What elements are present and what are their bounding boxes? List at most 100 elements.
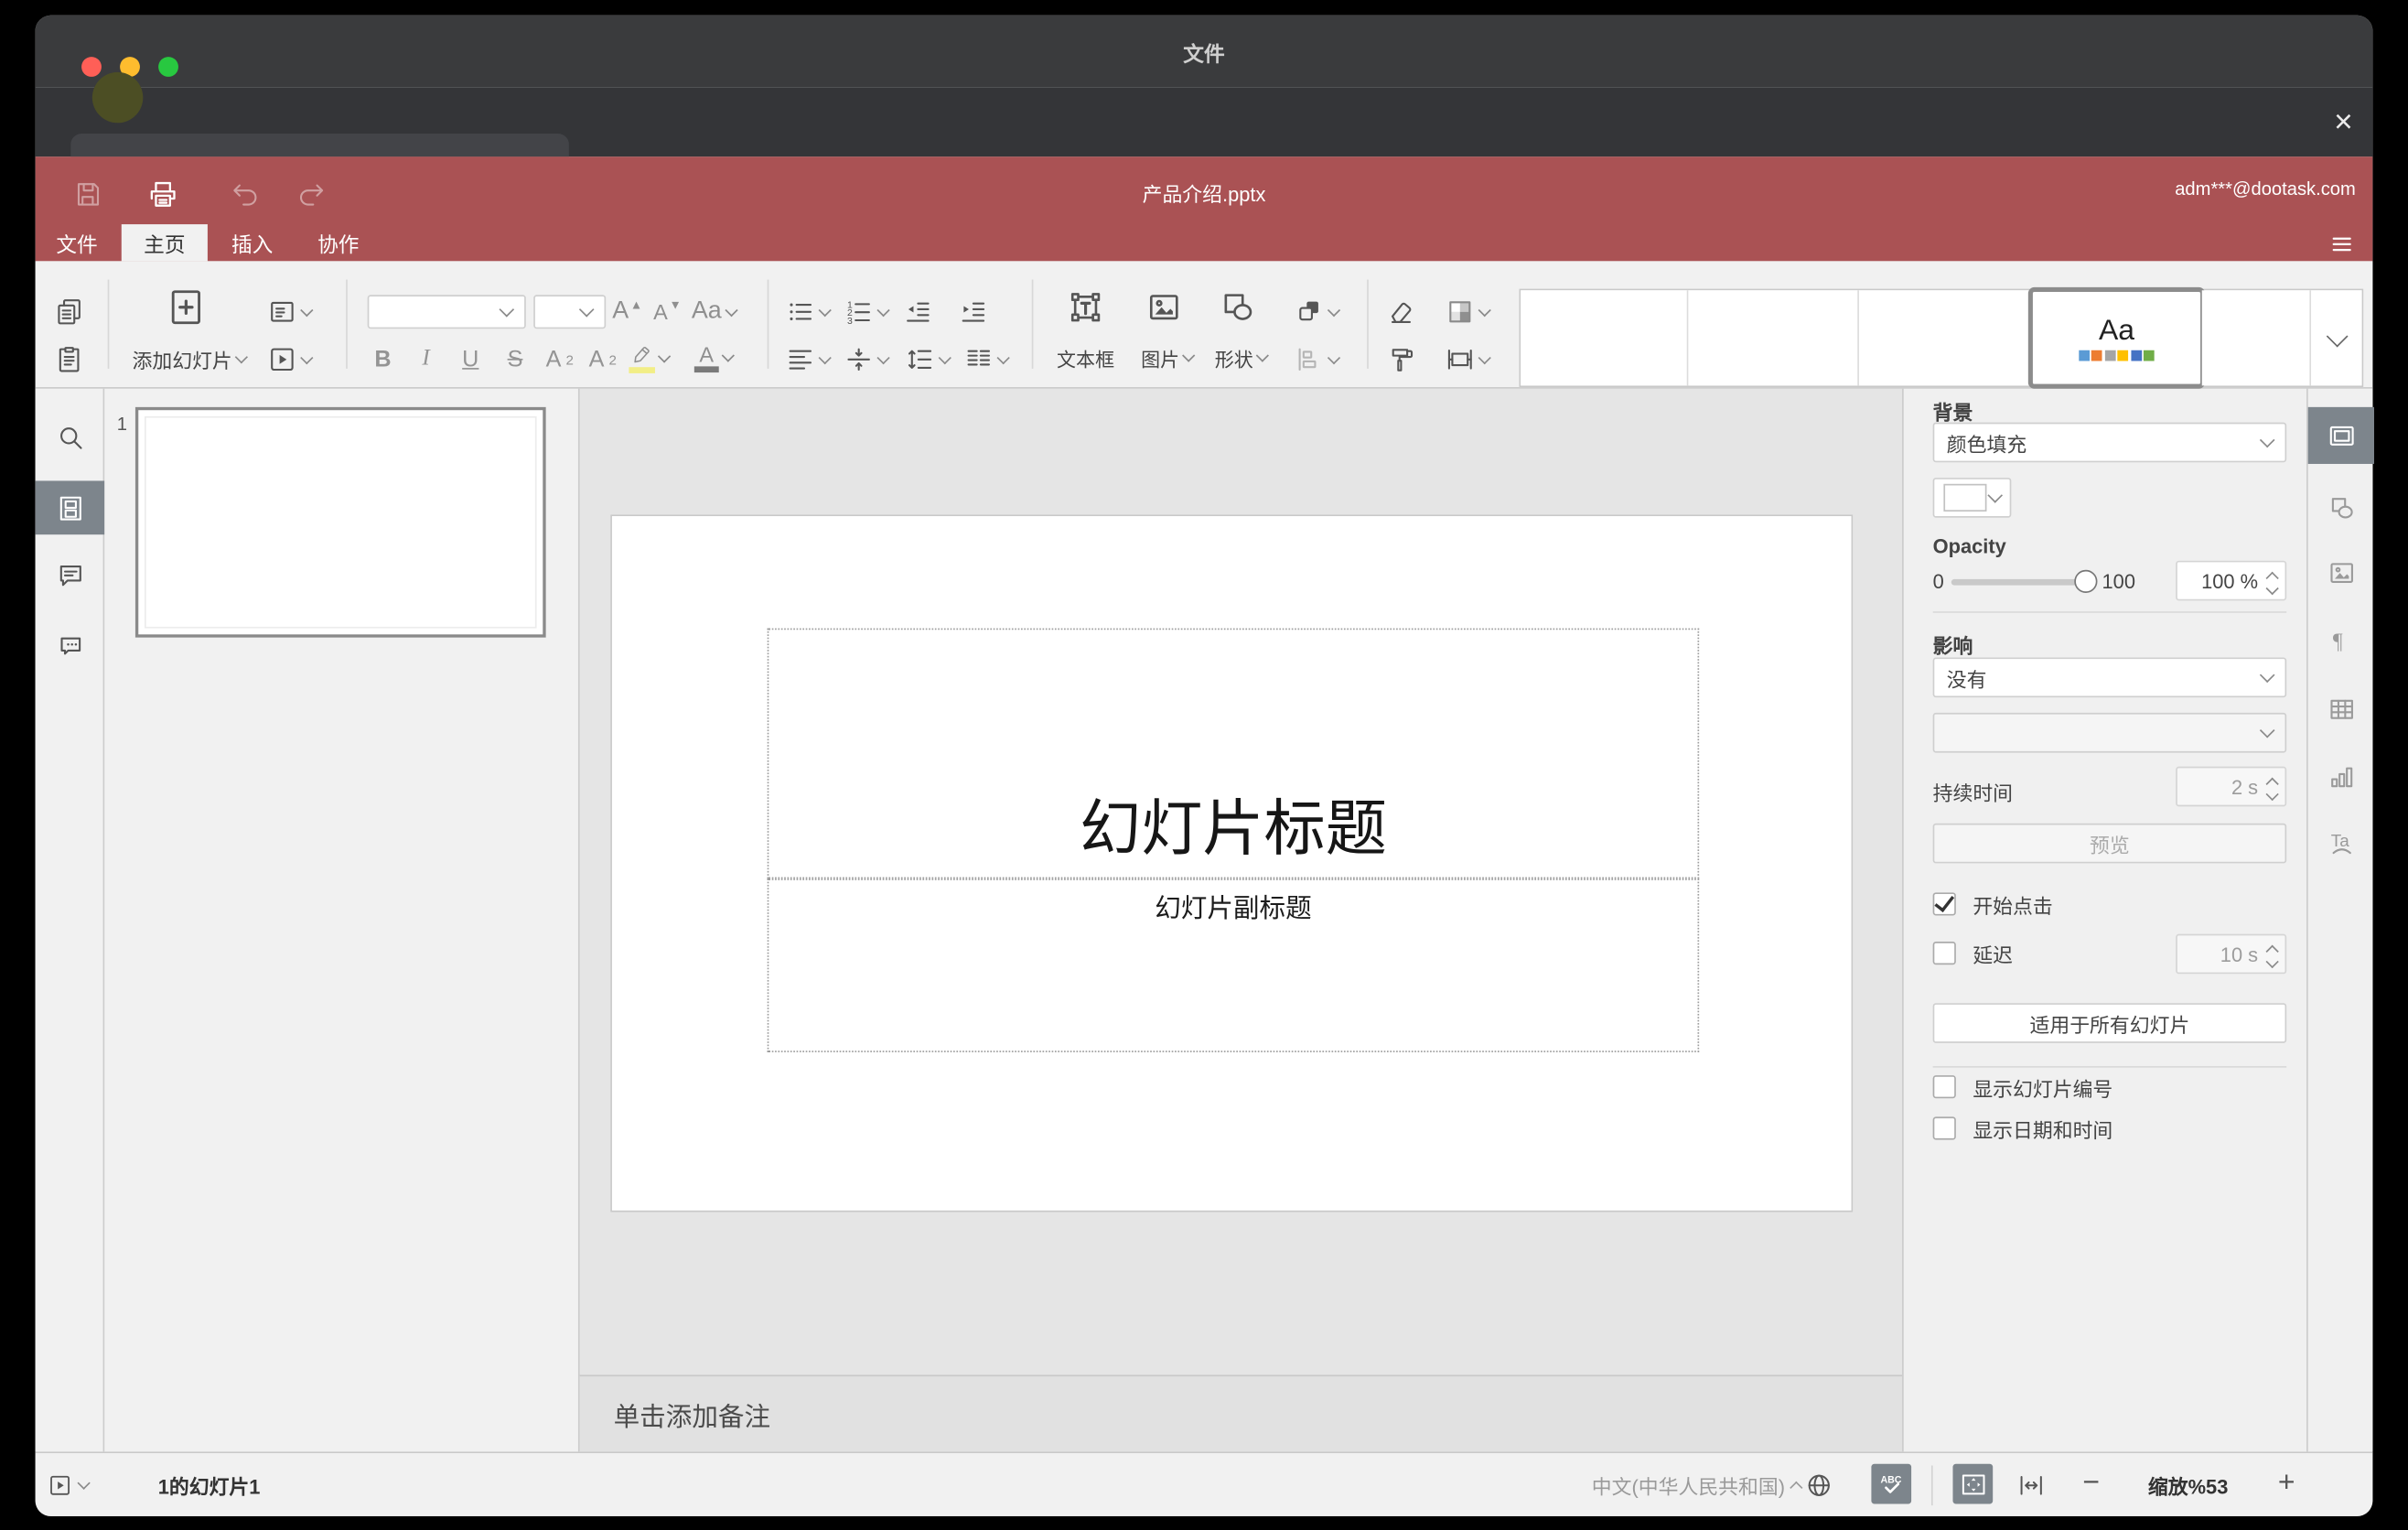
- slide-layout-button[interactable]: [267, 296, 314, 328]
- bullets-button[interactable]: [785, 296, 832, 328]
- spinner-arrows[interactable]: [2265, 775, 2278, 800]
- tab-file[interactable]: 文件: [41, 224, 112, 261]
- preview-button[interactable]: 预览: [1932, 823, 2287, 864]
- effect-type-select-disabled[interactable]: [1932, 712, 2287, 753]
- theme-gallery-expand-button[interactable]: [2311, 290, 2362, 386]
- bold-button[interactable]: B: [374, 347, 391, 373]
- insert-shape-label[interactable]: 形状: [1215, 343, 1269, 372]
- theme-option[interactable]: [1858, 290, 2032, 386]
- background-color-select[interactable]: [1932, 478, 2012, 518]
- add-slide-label[interactable]: 添加幻灯片: [133, 345, 249, 374]
- slide-editor-canvas: 幻灯片标题 幻灯片副标题 单击添加备注: [579, 387, 1903, 1452]
- apply-to-all-slides-button[interactable]: 适用于所有幻灯片: [1932, 1003, 2287, 1043]
- shape-fill-button[interactable]: [1445, 296, 1491, 328]
- zoom-in-button[interactable]: +: [2278, 1467, 2295, 1501]
- delay-checkbox[interactable]: [1932, 942, 1956, 965]
- chart-settings-icon: [2326, 762, 2357, 793]
- rail-item-chart-settings[interactable]: [2308, 747, 2374, 808]
- numbering-button[interactable]: 123: [844, 296, 890, 328]
- background-fill-select[interactable]: 颜色填充: [1932, 422, 2287, 463]
- sidebar-item-chat[interactable]: [36, 616, 105, 677]
- opacity-value-input[interactable]: 100 %: [2176, 560, 2287, 601]
- sidebar-item-comments[interactable]: [36, 545, 105, 607]
- font-color-button[interactable]: A: [693, 343, 735, 373]
- spinner-arrows[interactable]: [2265, 569, 2278, 595]
- change-case-button[interactable]: Aa: [692, 298, 737, 326]
- tab-insert[interactable]: 插入: [217, 224, 287, 261]
- rail-item-shape-settings[interactable]: [2308, 478, 2374, 539]
- decrease-indent-button[interactable]: [903, 296, 934, 328]
- chevron-down-icon: [1478, 350, 1491, 364]
- subtitle-placeholder[interactable]: 幻灯片副标题: [767, 878, 1700, 1052]
- delay-input-disabled[interactable]: 10 s: [2176, 933, 2287, 975]
- font-increase-button[interactable]: A ▲: [612, 297, 642, 326]
- start-on-click-checkbox[interactable]: [1932, 892, 1956, 916]
- vertical-align-button[interactable]: [844, 344, 890, 375]
- theme-option-selected[interactable]: Aa: [2027, 286, 2206, 389]
- rail-item-image-settings[interactable]: [2308, 543, 2374, 604]
- sidebar-item-slides[interactable]: [35, 480, 105, 535]
- rail-item-slide-settings[interactable]: [2307, 406, 2375, 464]
- slide-thumbnail-selected[interactable]: [134, 406, 546, 638]
- slide-page[interactable]: 幻灯片标题 幻灯片副标题: [610, 514, 1854, 1212]
- font-name-select[interactable]: [367, 295, 526, 329]
- theme-option[interactable]: [2201, 290, 2312, 386]
- insert-image-label[interactable]: 图片: [1141, 343, 1196, 372]
- superscript-button[interactable]: A2: [546, 347, 574, 373]
- rail-item-table-settings[interactable]: [2308, 679, 2374, 740]
- copy-button[interactable]: [54, 296, 85, 328]
- theme-option[interactable]: [1521, 290, 1689, 386]
- strikethrough-button[interactable]: S: [508, 347, 523, 373]
- show-slide-number-checkbox[interactable]: [1932, 1075, 1956, 1099]
- duration-input-disabled[interactable]: 2 s: [2176, 766, 2287, 807]
- hamburger-menu-icon[interactable]: [2327, 232, 2358, 256]
- columns-button[interactable]: [963, 344, 1010, 375]
- start-slideshow-button[interactable]: [267, 344, 314, 375]
- align-shape-button[interactable]: [1294, 344, 1341, 375]
- background-app-strip: [35, 87, 2373, 157]
- insert-shape-button[interactable]: [1219, 288, 1257, 327]
- chevron-down-icon: [1182, 349, 1196, 362]
- effect-select[interactable]: 没有: [1932, 657, 2287, 698]
- arrange-shape-button[interactable]: [1294, 296, 1341, 328]
- font-size-select[interactable]: [533, 295, 607, 329]
- line-spacing-button[interactable]: [905, 344, 951, 375]
- fit-to-slide-button[interactable]: [1952, 1463, 1994, 1504]
- horizontal-align-button[interactable]: [785, 344, 832, 375]
- set-language-button[interactable]: [1804, 1471, 1833, 1500]
- close-icon[interactable]: ×: [2324, 102, 2364, 143]
- spellcheck-button[interactable]: ABC: [1871, 1463, 1912, 1504]
- insert-image-button[interactable]: [1145, 288, 1183, 327]
- insert-textbox-button[interactable]: [1067, 288, 1105, 327]
- tab-home[interactable]: 主页: [121, 224, 208, 262]
- fit-to-width-button[interactable]: [2016, 1471, 2046, 1500]
- title-placeholder[interactable]: 幻灯片标题: [767, 628, 1700, 879]
- underline-button[interactable]: U: [462, 347, 478, 373]
- rail-item-textart-settings[interactable]: Ta: [2308, 813, 2374, 874]
- add-slide-button[interactable]: [166, 286, 207, 328]
- font-decrease-button[interactable]: A ▼: [653, 297, 682, 324]
- insert-textbox-label[interactable]: 文本框: [1057, 343, 1114, 372]
- spinner-arrows[interactable]: [2265, 943, 2278, 967]
- sidebar-item-search[interactable]: [36, 407, 105, 469]
- opacity-slider-track[interactable]: [1951, 578, 2089, 586]
- slide-size-button[interactable]: [1445, 344, 1491, 375]
- clear-style-button[interactable]: [1385, 296, 1416, 328]
- opacity-slider-knob[interactable]: [2074, 569, 2098, 593]
- subscript-button[interactable]: A2: [589, 347, 617, 373]
- notes-area[interactable]: 单击添加备注: [579, 1374, 1903, 1452]
- show-date-time-checkbox[interactable]: [1932, 1116, 1956, 1140]
- tab-collaboration[interactable]: 协作: [303, 224, 373, 261]
- increase-indent-button[interactable]: [958, 296, 989, 328]
- italic-button[interactable]: I: [422, 347, 429, 373]
- paste-button[interactable]: [54, 344, 85, 375]
- theme-option[interactable]: [1688, 290, 1859, 386]
- chevron-down-icon: [876, 350, 890, 364]
- zoom-out-button[interactable]: −: [2082, 1467, 2100, 1501]
- rail-item-paragraph-settings[interactable]: ¶: [2308, 609, 2374, 671]
- start-slideshow-status-button[interactable]: [47, 1472, 91, 1499]
- highlight-color-button[interactable]: [629, 342, 672, 373]
- language-selector[interactable]: 中文(中华人民共和国): [1592, 1471, 1802, 1500]
- bullets-icon: [785, 296, 816, 328]
- copy-style-button[interactable]: [1385, 344, 1416, 375]
